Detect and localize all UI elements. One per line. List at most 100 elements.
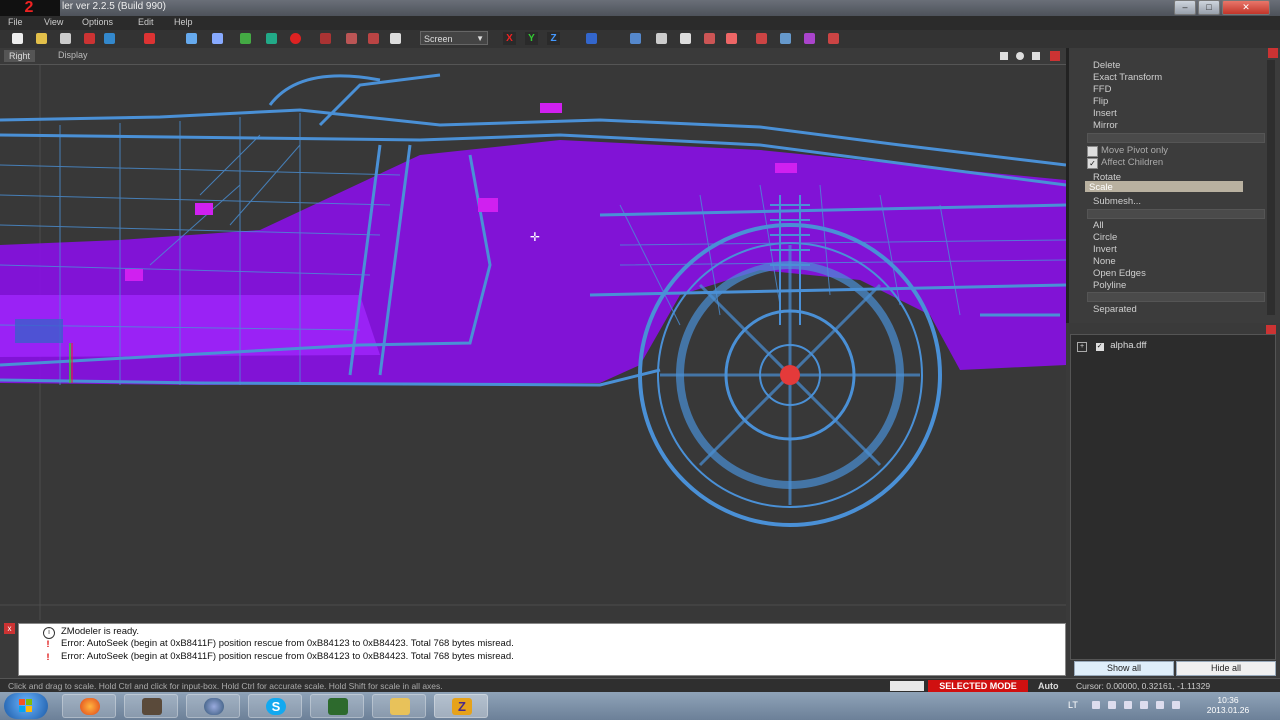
taskbar-zmodeler[interactable]: Z bbox=[434, 694, 488, 718]
import-icon[interactable] bbox=[84, 33, 95, 44]
windows-logo-icon bbox=[19, 699, 32, 712]
start-button[interactable] bbox=[4, 693, 48, 719]
affect-children-checkbox[interactable]: ✓ bbox=[1087, 158, 1098, 169]
viewport-view-tab[interactable]: Right bbox=[4, 50, 36, 62]
tool-b-icon[interactable] bbox=[780, 33, 791, 44]
select-circle[interactable]: Circle bbox=[1093, 232, 1117, 243]
tray-flag-icon[interactable] bbox=[1108, 701, 1116, 709]
menu-edit[interactable]: Edit bbox=[138, 17, 154, 27]
panel-close-icon[interactable] bbox=[1268, 48, 1278, 58]
sphere-icon[interactable] bbox=[290, 33, 301, 44]
open-file-icon[interactable] bbox=[36, 33, 47, 44]
tool-submesh[interactable]: Submesh... bbox=[1093, 196, 1141, 207]
separated-option[interactable]: Separated bbox=[1093, 304, 1137, 315]
tray-arrow-icon[interactable] bbox=[1092, 701, 1100, 709]
3d-viewport[interactable]: ✛ bbox=[0, 65, 1066, 620]
menu-file[interactable]: File bbox=[8, 17, 23, 27]
select-all[interactable]: All bbox=[1093, 220, 1104, 231]
status-hint: Click and drag to scale. Hold Ctrl and c… bbox=[8, 681, 443, 691]
clock[interactable]: 10:36 2013.01.26 bbox=[1200, 695, 1256, 715]
vertex-mode-icon[interactable] bbox=[586, 33, 597, 44]
menu-help[interactable]: Help bbox=[174, 17, 193, 27]
save-icon[interactable] bbox=[60, 33, 71, 44]
select-mode-icon[interactable] bbox=[704, 33, 715, 44]
new-file-icon[interactable] bbox=[12, 33, 23, 44]
select-invert[interactable]: Invert bbox=[1093, 244, 1117, 255]
visibility-checkbox[interactable]: ✓ bbox=[1095, 343, 1104, 351]
tree-item[interactable]: + ✓ alpha.dff bbox=[1077, 340, 1147, 352]
select-open-edges[interactable]: Open Edges bbox=[1093, 268, 1146, 279]
tool-delete[interactable]: Delete bbox=[1093, 60, 1120, 71]
log-entry: Error: AutoSeek (begin at 0xB8411F) posi… bbox=[61, 638, 514, 649]
scene-tree-close-icon[interactable] bbox=[1266, 325, 1276, 334]
select-polyline[interactable]: Polyline bbox=[1093, 280, 1126, 291]
taskbar-monitor[interactable] bbox=[310, 694, 364, 718]
tool-ffd[interactable]: FFD bbox=[1093, 84, 1111, 95]
object-mode-icon[interactable] bbox=[680, 33, 691, 44]
render-icon[interactable] bbox=[212, 33, 223, 44]
taskbar-folder[interactable] bbox=[372, 694, 426, 718]
tool-c-icon[interactable] bbox=[804, 33, 815, 44]
select-none[interactable]: None bbox=[1093, 256, 1116, 267]
taskbar-network[interactable] bbox=[186, 694, 240, 718]
viewport-minimize-icon[interactable] bbox=[1032, 52, 1040, 60]
viewport-close-icon[interactable] bbox=[1050, 51, 1060, 61]
tool-scale[interactable]: Scale bbox=[1089, 182, 1113, 193]
tool-mirror[interactable]: Mirror bbox=[1093, 120, 1118, 131]
hide-all-button[interactable]: Hide all bbox=[1176, 661, 1276, 676]
viewport-light-icon[interactable] bbox=[1016, 52, 1024, 60]
tool-exact-transform[interactable]: Exact Transform bbox=[1093, 72, 1162, 83]
maximize-button[interactable]: □ bbox=[1198, 0, 1220, 15]
move-pivot-checkbox[interactable] bbox=[1087, 146, 1098, 157]
monitor-icon bbox=[328, 698, 348, 715]
axis-z-button[interactable]: Z bbox=[547, 32, 560, 45]
tray-network-icon[interactable] bbox=[1140, 701, 1148, 709]
texture-icon[interactable] bbox=[320, 33, 331, 44]
selected-face bbox=[15, 319, 63, 343]
edge-mode-icon[interactable] bbox=[630, 33, 641, 44]
log-panel: i ZModeler is ready. ! Error: AutoSeek (… bbox=[18, 623, 1066, 676]
language-indicator[interactable]: LT bbox=[1068, 700, 1078, 710]
taskbar-game[interactable] bbox=[124, 694, 178, 718]
tool-a-icon[interactable] bbox=[756, 33, 767, 44]
show-all-button[interactable]: Show all bbox=[1074, 661, 1174, 676]
cursor-coordinates: Cursor: 0.00000, 0.32161, -1.11329 bbox=[1076, 681, 1211, 691]
expand-icon[interactable]: + bbox=[1077, 342, 1087, 352]
axis-y-button[interactable]: Y bbox=[525, 32, 538, 45]
grid-icon[interactable] bbox=[240, 33, 251, 44]
tray-app-icon[interactable] bbox=[1124, 701, 1132, 709]
axis-x-button[interactable]: X bbox=[503, 32, 516, 45]
tray-battery-icon[interactable] bbox=[1172, 701, 1180, 709]
menu-options[interactable]: Options bbox=[82, 17, 113, 27]
face-mode-icon[interactable] bbox=[656, 33, 667, 44]
camera-icon[interactable] bbox=[390, 33, 401, 44]
firefox-icon bbox=[80, 698, 100, 715]
undo-icon[interactable] bbox=[144, 33, 155, 44]
link-icon[interactable] bbox=[186, 33, 197, 44]
tray-volume-icon[interactable] bbox=[1156, 701, 1164, 709]
mesh-icon[interactable] bbox=[266, 33, 277, 44]
tools-panel: Delete Exact Transform FFD Flip Insert M… bbox=[1066, 48, 1280, 323]
taskbar-firefox[interactable] bbox=[62, 694, 116, 718]
move-pivot-label: Move Pivot only bbox=[1101, 145, 1169, 156]
export-icon[interactable] bbox=[104, 33, 115, 44]
material-icon[interactable] bbox=[346, 33, 357, 44]
tool-insert[interactable]: Insert bbox=[1093, 108, 1117, 119]
taskbar-skype[interactable]: S bbox=[248, 694, 302, 718]
close-button[interactable]: ✕ bbox=[1222, 0, 1270, 15]
tool-flip[interactable]: Flip bbox=[1093, 96, 1108, 107]
selected-mode-badge[interactable]: SELECTED MODE bbox=[928, 680, 1028, 692]
panel-scrollbar[interactable] bbox=[1267, 60, 1275, 315]
menu-view[interactable]: View bbox=[44, 17, 63, 27]
auto-toggle[interactable]: Auto bbox=[1038, 681, 1059, 691]
tool-d-icon[interactable] bbox=[828, 33, 839, 44]
status-bar: Click and drag to scale. Hold Ctrl and c… bbox=[0, 678, 1280, 693]
light-icon[interactable] bbox=[368, 33, 379, 44]
status-input-box[interactable] bbox=[890, 681, 924, 691]
log-close-icon[interactable]: x bbox=[4, 623, 15, 634]
viewport-display-menu[interactable]: Display bbox=[58, 50, 88, 60]
scale-mode-icon[interactable] bbox=[726, 33, 737, 44]
viewport-toggle-icon[interactable] bbox=[1000, 52, 1008, 60]
minimize-button[interactable]: – bbox=[1174, 0, 1196, 15]
view-mode-select[interactable]: Screen ▼ bbox=[420, 31, 488, 45]
